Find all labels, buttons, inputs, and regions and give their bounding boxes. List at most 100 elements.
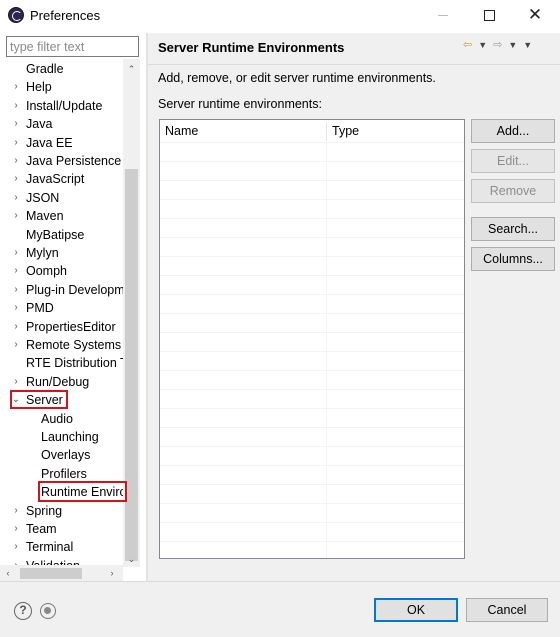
tree-item[interactable]: › Validation	[0, 557, 123, 565]
tree-item[interactable]: › Remote Systems	[0, 336, 123, 354]
tree-item[interactable]: Gradle	[0, 60, 123, 78]
tree-item-label: Validation	[26, 557, 80, 565]
tree-item[interactable]: › Run/Debug	[0, 373, 123, 391]
tree-item[interactable]: › Java Persistence	[0, 152, 123, 170]
collapsed-chevron-icon[interactable]: ›	[10, 78, 22, 96]
scroll-left-icon[interactable]: ‹	[2, 565, 14, 581]
tree-item[interactable]: › PropertiesEditor	[0, 318, 123, 336]
columns-button[interactable]: Columns...	[471, 247, 555, 271]
help-icon[interactable]: ?	[14, 602, 32, 620]
collapsed-chevron-icon[interactable]: ›	[10, 262, 22, 280]
tree-item[interactable]: Overlays	[0, 446, 123, 464]
table-row-line	[160, 541, 464, 542]
table-row-line	[160, 180, 464, 181]
tree-item[interactable]: Launching	[0, 428, 123, 446]
page-title: Server Runtime Environments	[158, 40, 345, 55]
table-row-line	[160, 142, 464, 143]
tree-item-label: JSON	[26, 190, 60, 205]
tree-item[interactable]: Audio	[0, 410, 123, 428]
collapsed-chevron-icon[interactable]: ›	[10, 318, 22, 336]
collapsed-chevron-icon[interactable]: ›	[10, 299, 22, 317]
minimize-icon	[438, 14, 448, 16]
tree-item[interactable]: › PMD	[0, 299, 123, 317]
tree-scroll-thumb[interactable]	[125, 169, 138, 561]
preference-tree-pane: Gradle›Help›Install/Update›Java›Java EE›…	[0, 33, 146, 582]
scroll-down-icon[interactable]: ⌄	[123, 551, 140, 567]
tree-item[interactable]: › Install/Update	[0, 97, 123, 115]
collapsed-chevron-icon[interactable]: ›	[10, 281, 22, 299]
tree-item-label: Help	[26, 80, 52, 95]
collapsed-chevron-icon[interactable]: ›	[10, 189, 22, 207]
tree-horizontal-scrollbar[interactable]: ‹ ›	[0, 565, 123, 582]
tree-item[interactable]: › Spring	[0, 502, 123, 520]
filter-input[interactable]	[6, 36, 139, 57]
tree-item-label: Terminal	[26, 540, 74, 555]
tree-item[interactable]: › Mylyn	[0, 244, 123, 262]
tree-item[interactable]: › JavaScript	[0, 170, 123, 188]
tree-item[interactable]: › Help	[0, 78, 123, 96]
search-button[interactable]: Search...	[471, 217, 555, 241]
collapsed-chevron-icon[interactable]: ›	[10, 170, 22, 188]
dialog-footer: ? OK Cancel	[0, 582, 560, 637]
table-row-line	[160, 522, 464, 523]
forward-arrow-icon[interactable]: ⇨	[493, 38, 502, 52]
title-separator	[148, 64, 560, 65]
runtime-environments-table[interactable]: Name Type	[159, 119, 465, 559]
tree-item[interactable]: › Terminal	[0, 538, 123, 556]
tree-item[interactable]: › Java	[0, 115, 123, 133]
close-button[interactable]: ✕	[512, 0, 558, 30]
forward-dropdown-icon[interactable]: ▼	[508, 38, 517, 52]
page-navigation: ⇦ ▼ ⇨ ▼ ▼	[463, 38, 532, 52]
column-header-name[interactable]: Name	[160, 120, 326, 142]
column-header-type[interactable]: Type	[327, 120, 464, 142]
tree-item[interactable]: › Maven	[0, 207, 123, 225]
preferences-link-icon[interactable]	[40, 603, 56, 619]
tree-item-label: PropertiesEditor	[26, 319, 116, 334]
table-row-line	[160, 389, 464, 390]
collapsed-chevron-icon[interactable]: ›	[10, 97, 22, 115]
tree-item[interactable]: MyBatipse	[0, 226, 123, 244]
table-row-line	[160, 427, 464, 428]
tree-hscroll-thumb[interactable]	[20, 568, 82, 579]
tree-item[interactable]: › Team	[0, 520, 123, 538]
cancel-button[interactable]: Cancel	[466, 598, 548, 622]
collapsed-chevron-icon[interactable]: ›	[10, 502, 22, 520]
collapsed-chevron-icon[interactable]: ›	[10, 207, 22, 225]
tree-item[interactable]: RTE Distribution T	[0, 354, 123, 372]
tree-item-label: Java EE	[26, 135, 73, 150]
maximize-icon	[483, 9, 495, 21]
table-row-line	[160, 161, 464, 162]
table-row-line	[160, 503, 464, 504]
tree-item[interactable]: › Plug-in Developm	[0, 281, 123, 299]
back-dropdown-icon[interactable]: ▼	[478, 38, 487, 52]
tree-item[interactable]: › Java EE	[0, 134, 123, 152]
collapsed-chevron-icon[interactable]: ›	[10, 538, 22, 556]
collapsed-chevron-icon[interactable]: ›	[10, 152, 22, 170]
collapsed-chevron-icon[interactable]: ›	[10, 134, 22, 152]
collapsed-chevron-icon[interactable]: ›	[10, 244, 22, 262]
collapsed-chevron-icon[interactable]: ›	[10, 373, 22, 391]
tree-item[interactable]: › Oomph	[0, 262, 123, 280]
collapsed-chevron-icon[interactable]: ›	[10, 520, 22, 538]
ok-button[interactable]: OK	[374, 598, 458, 622]
table-row-line	[160, 446, 464, 447]
collapsed-chevron-icon[interactable]: ›	[10, 557, 22, 565]
close-icon: ✕	[527, 5, 543, 24]
remove-button[interactable]: Remove	[471, 179, 555, 203]
back-arrow-icon[interactable]: ⇦	[463, 38, 472, 52]
maximize-button[interactable]	[466, 0, 512, 30]
tree-item-label: Mylyn	[26, 246, 59, 260]
table-row-line	[160, 256, 464, 257]
tree-item[interactable]: › JSON	[0, 189, 123, 207]
collapsed-chevron-icon[interactable]: ›	[10, 115, 22, 133]
minimize-button[interactable]	[420, 0, 466, 30]
add-button[interactable]: Add...	[471, 119, 555, 143]
tree-item-label: Overlays	[41, 448, 91, 463]
collapsed-chevron-icon[interactable]: ›	[10, 336, 22, 354]
eclipse-icon	[8, 7, 24, 23]
edit-button[interactable]: Edit...	[471, 149, 555, 173]
table-row-line	[160, 370, 464, 371]
scroll-right-icon[interactable]: ›	[106, 565, 118, 581]
view-menu-icon[interactable]: ▼	[523, 38, 532, 52]
scroll-up-icon[interactable]: ⌃	[123, 61, 140, 77]
